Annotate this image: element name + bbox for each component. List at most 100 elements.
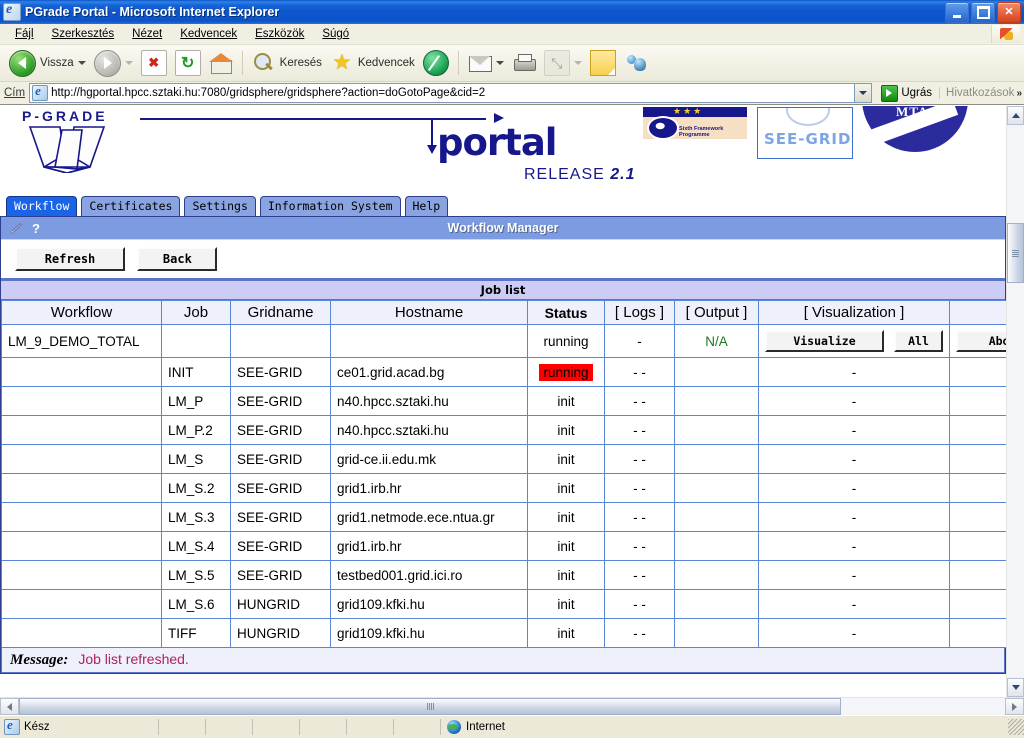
resize-grip-icon[interactable] (1008, 719, 1024, 735)
toolbar-overflow-icon[interactable]: » (1014, 88, 1022, 99)
menu-help[interactable]: Súgó (313, 26, 358, 42)
cell-job: LM_S (161, 444, 231, 474)
portal-tabs: Workflow Certificates Settings Informati… (0, 194, 1006, 216)
col-workflow: Workflow (1, 300, 162, 325)
cell-visualization: - (758, 531, 950, 561)
forward-button[interactable] (91, 46, 136, 80)
menu-bar: Fájl Szerkesztés Nézet Kedvencek Eszközö… (0, 24, 1024, 45)
security-zone[interactable]: Internet (441, 719, 1008, 735)
links-button[interactable]: Hivatkozások (939, 87, 1014, 99)
menu-view[interactable]: Nézet (123, 26, 171, 42)
tab-help-label: Help (412, 199, 441, 213)
forward-dropdown-icon (124, 61, 133, 65)
history-button[interactable] (420, 46, 452, 80)
url-input[interactable]: http://hgportal.hpcc.sztaki.hu:7080/grid… (29, 83, 856, 103)
question-mark-icon[interactable]: ? (32, 221, 40, 236)
go-label: Ugrás (901, 87, 933, 99)
tab-certificates-label: Certificates (89, 199, 173, 213)
table-row: LM_9_DEMO_TOTAL running - N/A Visualize … (1, 324, 1006, 358)
cell-status: running (527, 324, 605, 358)
url-dropdown-button[interactable] (855, 83, 873, 103)
abort-button[interactable]: Abort (956, 330, 1006, 352)
refresh-button-toolbar[interactable] (172, 46, 204, 80)
cell-visualization: - (758, 502, 950, 532)
visualize-button[interactable]: Visualize (765, 330, 884, 352)
mail-button[interactable] (465, 46, 507, 80)
cell-gridname: HUNGRID (230, 618, 331, 648)
table-row: LM_S.2 SEE-GRID grid1.irb.hr init - - - (1, 473, 1006, 503)
favorites-label: Kedvencek (357, 57, 415, 69)
pgrade-logo: P-GRADE (22, 108, 142, 174)
search-button[interactable]: Keresés (249, 46, 325, 80)
scroll-up-button[interactable] (1007, 106, 1024, 125)
stop-button[interactable] (138, 46, 170, 80)
print-button[interactable] (509, 46, 539, 80)
pgrade-cube-svg (28, 126, 106, 174)
status-badge: running (539, 363, 593, 381)
vertical-scroll-thumb[interactable] (1007, 223, 1024, 283)
cell-status: init (527, 415, 605, 445)
favorites-button[interactable]: Kedvencek (327, 46, 418, 80)
col-logs[interactable]: [ Logs ] (604, 300, 675, 325)
cell-status: init (527, 589, 605, 619)
cell-visualization: Visualize All (758, 324, 950, 358)
scroll-right-button[interactable] (1005, 698, 1024, 715)
col-visualization[interactable]: [ Visualization ] (758, 300, 950, 325)
minimize-button[interactable] (945, 2, 969, 23)
menu-help-label: Súgó (322, 28, 350, 40)
mail-icon (468, 51, 492, 75)
col-output[interactable]: [ Output ] (674, 300, 759, 325)
portlet-titlebar: ? Workflow Manager (1, 217, 1005, 240)
back-button[interactable]: Vissza (6, 46, 89, 80)
tab-information-system[interactable]: Information System (259, 196, 401, 216)
back-button[interactable]: Back (137, 247, 218, 271)
menu-favorites[interactable]: Kedvencek (171, 26, 246, 42)
eu-stars-icon: ★★★ (673, 107, 704, 116)
browser-window: PGrade Portal - Microsoft Internet Explo… (0, 0, 1024, 738)
tab-certificates[interactable]: Certificates (81, 196, 181, 216)
cell-hostname: grid109.kfki.hu (330, 589, 528, 619)
status-pad-3 (253, 719, 300, 735)
all-button[interactable]: All (893, 330, 943, 352)
refresh-button[interactable]: Refresh (15, 247, 125, 271)
cell-workflow (1, 560, 162, 590)
go-button[interactable]: Ugrás (877, 84, 936, 102)
menu-file[interactable]: Fájl (6, 26, 43, 42)
scroll-grip-icon (1012, 249, 1019, 257)
address-label-text: Cím (4, 87, 26, 99)
tab-help[interactable]: Help (404, 196, 449, 216)
horizontal-scrollbar[interactable] (0, 697, 1024, 715)
tab-workflow[interactable]: Workflow (6, 196, 78, 216)
close-button[interactable]: ✕ (997, 2, 1021, 23)
horizontal-scroll-thumb[interactable] (19, 698, 841, 715)
col-gridname: Gridname (230, 300, 331, 325)
maximize-button[interactable] (971, 2, 995, 23)
back-dropdown-icon[interactable] (77, 61, 86, 65)
tab-settings[interactable]: Settings (184, 196, 256, 216)
cell-visualization: - (758, 560, 950, 590)
notes-button[interactable] (587, 46, 619, 80)
cell-output (674, 560, 759, 590)
menu-edit[interactable]: Szerkesztés (43, 26, 124, 42)
horizontal-scroll-track[interactable] (19, 698, 1005, 715)
pencil-icon[interactable] (9, 222, 22, 235)
scroll-down-button[interactable] (1007, 678, 1024, 697)
col-job: Job (161, 300, 231, 325)
cell-status: init (527, 502, 605, 532)
address-bar: Cím http://hgportal.hpcc.sztaki.hu:7080/… (0, 82, 1024, 105)
menu-tools[interactable]: Eszközök (246, 26, 313, 42)
edit-dropdown-icon (573, 61, 582, 65)
vertical-scrollbar[interactable] (1006, 106, 1024, 697)
messenger-button[interactable] (621, 46, 651, 80)
globe-icon (447, 720, 461, 734)
scroll-left-button[interactable] (0, 698, 19, 715)
home-button[interactable] (206, 46, 236, 80)
toolbar-separator-2 (457, 51, 459, 75)
cell-hostname: grid1.irb.hr (330, 473, 528, 503)
cell-output (674, 357, 759, 387)
mail-dropdown-icon[interactable] (495, 61, 504, 65)
print-icon (512, 51, 536, 75)
zone-label: Internet (466, 721, 505, 733)
vertical-scroll-track[interactable] (1007, 125, 1024, 678)
browser-toolbar: Vissza Keresés Kedvencek (0, 45, 1024, 82)
